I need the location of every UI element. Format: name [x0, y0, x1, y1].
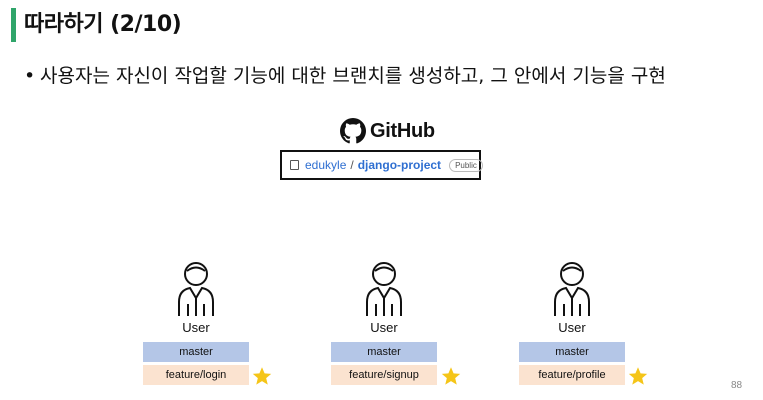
master-branch: master: [143, 342, 249, 362]
feature-branch-signup: feature/signup: [331, 365, 437, 385]
title-accent-bar: [11, 8, 16, 42]
page-number: 88: [731, 380, 743, 391]
user-label: User: [182, 320, 210, 335]
user-icon: [366, 262, 402, 316]
repo-owner-link[interactable]: edukyle: [305, 158, 346, 172]
github-octocat-icon: [340, 118, 366, 144]
github-wordmark: GitHub: [370, 119, 435, 142]
user-label: User: [558, 320, 586, 335]
page-title: 따라하기 (2/10): [24, 12, 182, 37]
user-icon: [554, 262, 590, 316]
bullet-dot: •: [24, 65, 36, 87]
github-logo: GitHub: [340, 117, 435, 145]
repo-icon: [290, 160, 299, 170]
user-label: User: [370, 320, 398, 335]
repo-name-link[interactable]: django-project: [358, 158, 441, 172]
master-branch: master: [519, 342, 625, 362]
bullet-item: • 사용자는 자신이 작업할 기능에 대한 브랜치를 생성하고, 그 안에서 기능…: [24, 62, 666, 90]
feature-branch-profile: feature/profile: [519, 365, 625, 385]
master-branch: master: [331, 342, 437, 362]
repo-separator: /: [350, 158, 354, 172]
user-icon: [178, 262, 214, 316]
star-icon: [441, 367, 461, 385]
bullet-text: 사용자는 자신이 작업할 기능에 대한 브랜치를 생성하고, 그 안에서 기능을…: [40, 65, 666, 87]
feature-branch-login: feature/login: [143, 365, 249, 385]
star-icon: [628, 367, 648, 385]
star-icon: [252, 367, 272, 385]
repository-card[interactable]: edukyle / django-project Public: [280, 150, 483, 180]
visibility-badge: Public: [449, 158, 483, 172]
